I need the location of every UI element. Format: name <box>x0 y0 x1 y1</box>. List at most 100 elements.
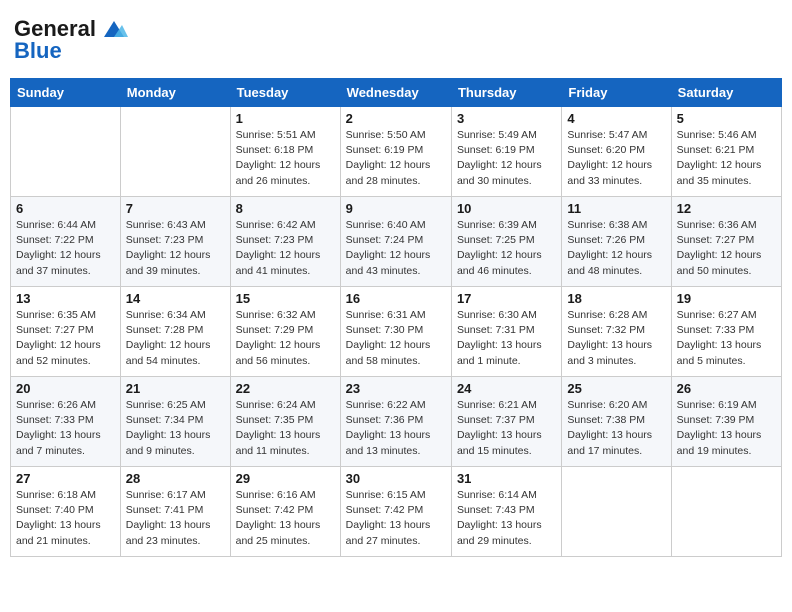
calendar-cell: 25Sunrise: 6:20 AM Sunset: 7:38 PM Dayli… <box>562 377 671 467</box>
calendar-cell: 9 Sunrise: 6:40 AM Sunset: 7:24 PM Daylig… <box>340 197 451 287</box>
day-number: 12 <box>677 201 776 216</box>
day-info: Sunrise: 6:43 AM Sunset: 7:23 PM Dayligh… <box>126 218 225 279</box>
calendar-week-row: 6 Sunrise: 6:44 AM Sunset: 7:22 PM Daylig… <box>11 197 782 287</box>
day-info: Sunrise: 6:15 AM Sunset: 7:42 PM Dayligh… <box>346 488 446 549</box>
day-info: Sunrise: 6:17 AM Sunset: 7:41 PM Dayligh… <box>126 488 225 549</box>
day-info: Sunrise: 6:30 AM Sunset: 7:31 PM Dayligh… <box>457 308 556 369</box>
day-info: Sunrise: 6:14 AM Sunset: 7:43 PM Dayligh… <box>457 488 556 549</box>
day-info: Sunrise: 6:38 AM Sunset: 7:26 PM Dayligh… <box>567 218 665 279</box>
day-info: Sunrise: 6:32 AM Sunset: 7:29 PM Dayligh… <box>236 308 335 369</box>
day-number: 4 <box>567 111 665 126</box>
calendar-cell: 30 Sunrise: 6:15 AM Sunset: 7:42 PM Dayli… <box>340 467 451 557</box>
calendar-cell: 27 Sunrise: 6:18 AM Sunset: 7:40 PM Dayli… <box>11 467 121 557</box>
day-info: Sunrise: 6:39 AM Sunset: 7:25 PM Dayligh… <box>457 218 556 279</box>
calendar-cell: 13Sunrise: 6:35 AM Sunset: 7:27 PM Dayli… <box>11 287 121 377</box>
day-number: 5 <box>677 111 776 126</box>
day-number: 30 <box>346 471 446 486</box>
calendar-week-row: 27 Sunrise: 6:18 AM Sunset: 7:40 PM Dayli… <box>11 467 782 557</box>
calendar-cell <box>562 467 671 557</box>
day-info: Sunrise: 6:44 AM Sunset: 7:22 PM Dayligh… <box>16 218 115 279</box>
day-number: 9 <box>346 201 446 216</box>
calendar-week-row: 20 Sunrise: 6:26 AM Sunset: 7:33 PM Dayli… <box>11 377 782 467</box>
day-of-week-header: Thursday <box>451 79 561 107</box>
day-number: 1 <box>236 111 335 126</box>
day-number: 7 <box>126 201 225 216</box>
calendar-cell: 11 Sunrise: 6:38 AM Sunset: 7:26 PM Dayli… <box>562 197 671 287</box>
day-number: 28 <box>126 471 225 486</box>
calendar-cell: 19 Sunrise: 6:27 AM Sunset: 7:33 PM Dayli… <box>671 287 781 377</box>
day-number: 26 <box>677 381 776 396</box>
day-info: Sunrise: 6:42 AM Sunset: 7:23 PM Dayligh… <box>236 218 335 279</box>
calendar-cell: 12 Sunrise: 6:36 AM Sunset: 7:27 PM Dayli… <box>671 197 781 287</box>
calendar-cell: 23 Sunrise: 6:22 AM Sunset: 7:36 PM Dayli… <box>340 377 451 467</box>
calendar-cell: 8 Sunrise: 6:42 AM Sunset: 7:23 PM Daylig… <box>230 197 340 287</box>
calendar-cell: 24 Sunrise: 6:21 AM Sunset: 7:37 PM Dayli… <box>451 377 561 467</box>
day-of-week-header: Friday <box>562 79 671 107</box>
day-info: Sunrise: 6:28 AM Sunset: 7:32 PM Dayligh… <box>567 308 665 369</box>
day-number: 24 <box>457 381 556 396</box>
calendar-cell <box>671 467 781 557</box>
calendar-cell: 31 Sunrise: 6:14 AM Sunset: 7:43 PM Dayli… <box>451 467 561 557</box>
day-number: 21 <box>126 381 225 396</box>
day-of-week-header: Monday <box>120 79 230 107</box>
calendar-header-row: SundayMondayTuesdayWednesdayThursdayFrid… <box>11 79 782 107</box>
day-of-week-header: Saturday <box>671 79 781 107</box>
day-number: 2 <box>346 111 446 126</box>
day-number: 31 <box>457 471 556 486</box>
day-number: 18 <box>567 291 665 306</box>
day-number: 16 <box>346 291 446 306</box>
day-number: 23 <box>346 381 446 396</box>
day-info: Sunrise: 6:34 AM Sunset: 7:28 PM Dayligh… <box>126 308 225 369</box>
calendar-cell: 1Sunrise: 5:51 AM Sunset: 6:18 PM Daylig… <box>230 107 340 197</box>
day-info: Sunrise: 5:47 AM Sunset: 6:20 PM Dayligh… <box>567 128 665 189</box>
day-info: Sunrise: 6:16 AM Sunset: 7:42 PM Dayligh… <box>236 488 335 549</box>
calendar-cell: 7 Sunrise: 6:43 AM Sunset: 7:23 PM Daylig… <box>120 197 230 287</box>
day-number: 11 <box>567 201 665 216</box>
calendar-cell: 20 Sunrise: 6:26 AM Sunset: 7:33 PM Dayli… <box>11 377 121 467</box>
day-number: 17 <box>457 291 556 306</box>
day-number: 22 <box>236 381 335 396</box>
day-number: 14 <box>126 291 225 306</box>
calendar-cell <box>120 107 230 197</box>
page-header: General Blue <box>10 10 782 70</box>
calendar-cell: 21Sunrise: 6:25 AM Sunset: 7:34 PM Dayli… <box>120 377 230 467</box>
calendar-cell: 5 Sunrise: 5:46 AM Sunset: 6:21 PM Daylig… <box>671 107 781 197</box>
calendar-table: SundayMondayTuesdayWednesdayThursdayFrid… <box>10 78 782 557</box>
calendar-cell: 14 Sunrise: 6:34 AM Sunset: 7:28 PM Dayli… <box>120 287 230 377</box>
day-info: Sunrise: 6:21 AM Sunset: 7:37 PM Dayligh… <box>457 398 556 459</box>
calendar-cell <box>11 107 121 197</box>
day-number: 19 <box>677 291 776 306</box>
day-of-week-header: Wednesday <box>340 79 451 107</box>
calendar-cell: 3 Sunrise: 5:49 AM Sunset: 6:19 PM Daylig… <box>451 107 561 197</box>
day-of-week-header: Tuesday <box>230 79 340 107</box>
day-info: Sunrise: 6:19 AM Sunset: 7:39 PM Dayligh… <box>677 398 776 459</box>
day-number: 13 <box>16 291 115 306</box>
day-info: Sunrise: 6:36 AM Sunset: 7:27 PM Dayligh… <box>677 218 776 279</box>
day-number: 20 <box>16 381 115 396</box>
calendar-week-row: 1Sunrise: 5:51 AM Sunset: 6:18 PM Daylig… <box>11 107 782 197</box>
day-number: 29 <box>236 471 335 486</box>
day-info: Sunrise: 6:18 AM Sunset: 7:40 PM Dayligh… <box>16 488 115 549</box>
day-number: 27 <box>16 471 115 486</box>
calendar-cell: 15Sunrise: 6:32 AM Sunset: 7:29 PM Dayli… <box>230 287 340 377</box>
day-info: Sunrise: 6:26 AM Sunset: 7:33 PM Dayligh… <box>16 398 115 459</box>
day-of-week-header: Sunday <box>11 79 121 107</box>
day-info: Sunrise: 6:40 AM Sunset: 7:24 PM Dayligh… <box>346 218 446 279</box>
calendar-week-row: 13Sunrise: 6:35 AM Sunset: 7:27 PM Dayli… <box>11 287 782 377</box>
calendar-cell: 4 Sunrise: 5:47 AM Sunset: 6:20 PM Daylig… <box>562 107 671 197</box>
calendar-cell: 22 Sunrise: 6:24 AM Sunset: 7:35 PM Dayli… <box>230 377 340 467</box>
day-info: Sunrise: 6:22 AM Sunset: 7:36 PM Dayligh… <box>346 398 446 459</box>
logo-icon <box>100 19 128 39</box>
calendar-cell: 18 Sunrise: 6:28 AM Sunset: 7:32 PM Dayli… <box>562 287 671 377</box>
day-number: 3 <box>457 111 556 126</box>
day-number: 8 <box>236 201 335 216</box>
day-info: Sunrise: 6:24 AM Sunset: 7:35 PM Dayligh… <box>236 398 335 459</box>
day-info: Sunrise: 6:27 AM Sunset: 7:33 PM Dayligh… <box>677 308 776 369</box>
calendar-cell: 29 Sunrise: 6:16 AM Sunset: 7:42 PM Dayli… <box>230 467 340 557</box>
day-info: Sunrise: 5:49 AM Sunset: 6:19 PM Dayligh… <box>457 128 556 189</box>
calendar-cell: 17 Sunrise: 6:30 AM Sunset: 7:31 PM Dayli… <box>451 287 561 377</box>
calendar-cell: 16Sunrise: 6:31 AM Sunset: 7:30 PM Dayli… <box>340 287 451 377</box>
calendar-cell: 26 Sunrise: 6:19 AM Sunset: 7:39 PM Dayli… <box>671 377 781 467</box>
day-number: 6 <box>16 201 115 216</box>
day-info: Sunrise: 5:46 AM Sunset: 6:21 PM Dayligh… <box>677 128 776 189</box>
